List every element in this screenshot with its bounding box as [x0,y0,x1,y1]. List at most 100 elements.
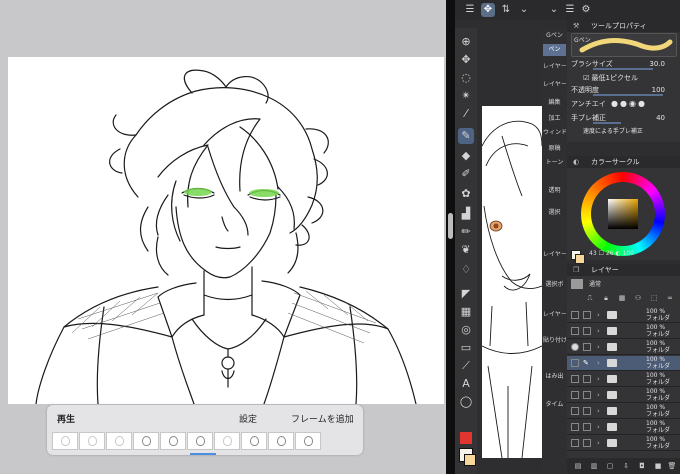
fill-icon[interactable]: ◤ [458,286,474,302]
drop-icon[interactable]: ♢ [458,262,474,278]
lock-checkbox[interactable] [583,391,591,399]
eye-icon[interactable] [571,343,579,351]
frame-thumb-10[interactable] [295,432,321,450]
menu-item[interactable]: レイヤー [543,62,566,72]
stabilization-bar[interactable] [593,122,621,124]
add-frame-button[interactable]: フレームを追加 [291,412,354,425]
checkbox-icon[interactable]: ☑ [583,74,592,82]
frame-thumb-6[interactable] [187,432,213,450]
undo-icon[interactable]: ⇅ [499,3,513,17]
visibility-checkbox[interactable] [571,311,579,319]
menu-item[interactable]: 加工 [543,114,566,124]
balloon-icon[interactable]: ◯ [458,394,474,410]
lock-checkbox[interactable] [583,343,591,351]
blend-mode[interactable]: 通常 [589,279,601,288]
mask-icon[interactable]: ◘ [637,461,647,471]
chevron-right-icon[interactable]: › [597,308,600,323]
antialias-options-icon[interactable]: ●●◉● [611,98,647,110]
subtool-item[interactable]: Gペン [543,30,566,38]
frame-thumb-8[interactable] [241,432,267,450]
layer-row[interactable]: › 100 % フォルダ [567,372,680,387]
move-icon[interactable]: ✥ [458,52,474,68]
layer-row-selected[interactable]: ✎ › 100 % フォルダ [567,356,680,371]
menu-icon[interactable]: ☰ [563,3,577,17]
blend-mode-row[interactable]: 通常 [567,278,680,290]
frame-thumb-5[interactable] [160,432,186,450]
lock-checkbox[interactable] [583,375,591,383]
menu-item[interactable]: 原稿 [543,144,566,154]
menu-item[interactable]: 選択 [543,208,566,218]
frame-thumb-4[interactable] [133,432,159,450]
lock-checkbox[interactable] [583,439,591,447]
menu-item[interactable]: レイヤー [543,310,566,320]
layer-row[interactable]: › 100 % フォルダ [567,340,680,355]
eyedropper-icon[interactable]: ⁄ [458,106,474,122]
frame-thumb-7[interactable] [214,432,240,450]
lock-checkbox[interactable] [583,407,591,415]
frame-thumb-1[interactable] [52,432,78,450]
visibility-checkbox[interactable] [571,327,579,335]
layer-effect-icon[interactable]: ∞ [665,293,675,303]
menu-item[interactable]: レイヤー② [543,80,566,90]
split-handle[interactable] [448,213,453,239]
speed-stabilization-row[interactable]: 速度による手ブレ補正 [571,126,677,138]
wand-icon[interactable]: ✴ [458,88,474,104]
merge-down-icon[interactable]: ⇩ [621,461,631,471]
brush-size-row[interactable]: ブラシサイズ 30.0 [571,58,677,70]
menu-item[interactable]: 選択ボ [543,280,566,290]
min-pixel-row[interactable]: ☑ 最低1ピクセル [571,72,677,84]
stabilization-value[interactable]: 40 [656,112,665,124]
layer-row[interactable]: › 100 % フォルダ [567,436,680,451]
menu-item[interactable]: ウィンドウ [543,128,566,138]
settings-button[interactable]: 設定 [239,412,257,425]
layer-move-icon[interactable]: ✥ [481,3,495,17]
sub-color[interactable] [464,454,476,466]
menu-item[interactable]: タイム [543,400,566,410]
menu-icon[interactable]: ☰ [463,3,477,17]
record-icon[interactable]: ■ [653,461,663,471]
ruler-icon[interactable]: ⟋ [458,358,474,374]
opacity-bar[interactable] [593,94,663,96]
lock-alpha-icon[interactable]: ▦ [617,293,627,303]
menu-item[interactable]: トーン [543,158,566,168]
chevron-right-icon[interactable]: › [597,404,600,419]
opacity-row[interactable]: 不透明度 100 [571,84,677,96]
text-icon[interactable]: A [458,376,474,392]
visibility-checkbox[interactable] [571,439,579,447]
antialias-row[interactable]: アンチエイ ●●◉● [571,98,677,110]
new-vector-layer-icon[interactable]: ▥ [589,461,599,471]
layer-row[interactable]: › 100 % フォルダ [567,308,680,323]
lock-icon[interactable]: 🔒︎ [601,293,611,303]
eraser-icon[interactable]: ◆ [458,148,474,164]
play-button[interactable]: 再生 [57,412,75,425]
frame-thumb-2[interactable] [79,432,105,450]
reference-icon[interactable]: ⚇ [633,293,643,303]
chevron-right-icon[interactable]: › [597,420,600,435]
color-swatch-red[interactable] [460,432,472,444]
lock-checkbox[interactable] [583,311,591,319]
lock-checkbox[interactable] [583,423,591,431]
stamp-icon[interactable]: ▟ [458,206,474,222]
chevron-right-icon[interactable]: › [597,372,600,387]
gradient-icon[interactable]: ▦ [458,304,474,320]
drawing-canvas[interactable] [8,57,444,404]
clip-icon[interactable]: ⎍ [585,293,595,303]
brush-size-bar[interactable] [593,68,653,70]
subtool-item[interactable]: ペン [543,44,566,56]
chevron-right-icon[interactable]: › [597,340,600,355]
menu-item[interactable]: 貼り付け [543,336,566,346]
lasso-icon[interactable]: ◌ [458,70,474,86]
pencil-icon[interactable]: ✏ [458,224,474,240]
trash-icon[interactable]: 🗑︎ [667,461,677,471]
visibility-checkbox[interactable] [571,407,579,415]
blend-icon[interactable]: ❦ [458,242,474,258]
saturation-value-square[interactable] [608,199,638,229]
chevron-down-icon[interactable]: ⌄ [517,3,531,17]
visibility-checkbox[interactable] [571,359,579,367]
visibility-checkbox[interactable] [571,423,579,431]
chevron-right-icon[interactable]: › [597,324,600,339]
sub-color-chip[interactable] [575,254,585,264]
layer-row[interactable]: › 100 % フォルダ [567,420,680,435]
new-layer-icon[interactable]: ▤ [573,461,583,471]
new-folder-icon[interactable]: ▢ [605,461,615,471]
